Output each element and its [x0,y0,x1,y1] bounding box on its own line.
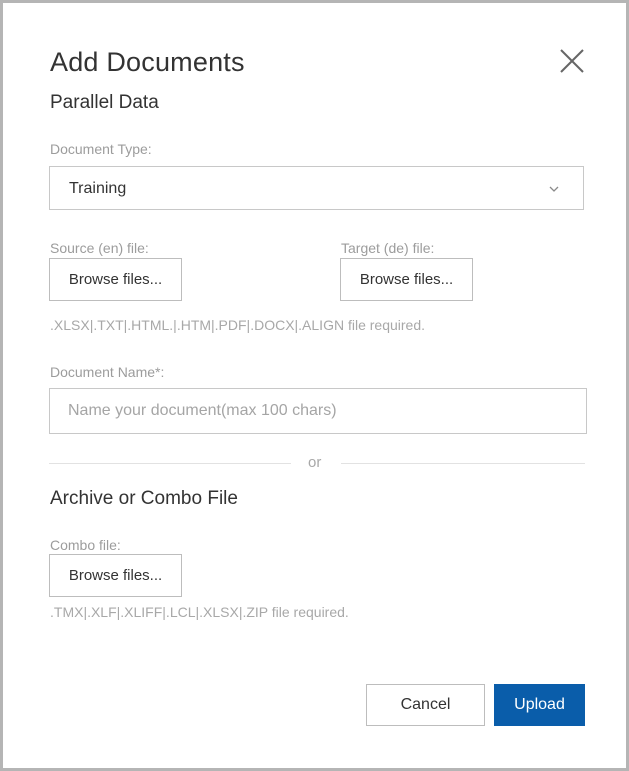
document-type-select[interactable]: Training [49,166,584,210]
dialog-title: Add Documents [50,47,245,77]
document-type-selected-value: Training [69,180,127,197]
close-icon [560,49,584,73]
source-file-label: Source (en) file: [50,240,149,256]
parallel-data-heading: Parallel Data [50,92,159,113]
combo-browse-button[interactable]: Browse files... [49,554,182,597]
or-divider-text: or [308,454,322,471]
document-name-input[interactable] [49,388,587,434]
source-browse-button[interactable]: Browse files... [49,258,182,301]
close-button[interactable] [556,46,588,78]
target-file-label: Target (de) file: [341,240,435,256]
archive-combo-heading: Archive or Combo File [50,488,238,509]
upload-button[interactable]: Upload [494,684,585,726]
cancel-button[interactable]: Cancel [366,684,485,726]
chevron-down-icon [549,186,559,192]
document-type-label: Document Type: [50,141,152,157]
combo-file-label: Combo file: [50,537,121,553]
add-documents-dialog: Add Documents Parallel Data Document Typ… [0,0,629,771]
target-browse-button[interactable]: Browse files... [340,258,473,301]
parallel-file-types-hint: .XLSX|.TXT|.HTML.|.HTM|.PDF|.DOCX|.ALIGN… [50,317,426,333]
combo-file-types-hint: .TMX|.XLF|.XLIFF|.LCL|.XLSX|.ZIP file re… [50,604,349,620]
divider-right [341,463,585,464]
document-name-label: Document Name*: [50,364,165,380]
divider-left [49,463,291,464]
